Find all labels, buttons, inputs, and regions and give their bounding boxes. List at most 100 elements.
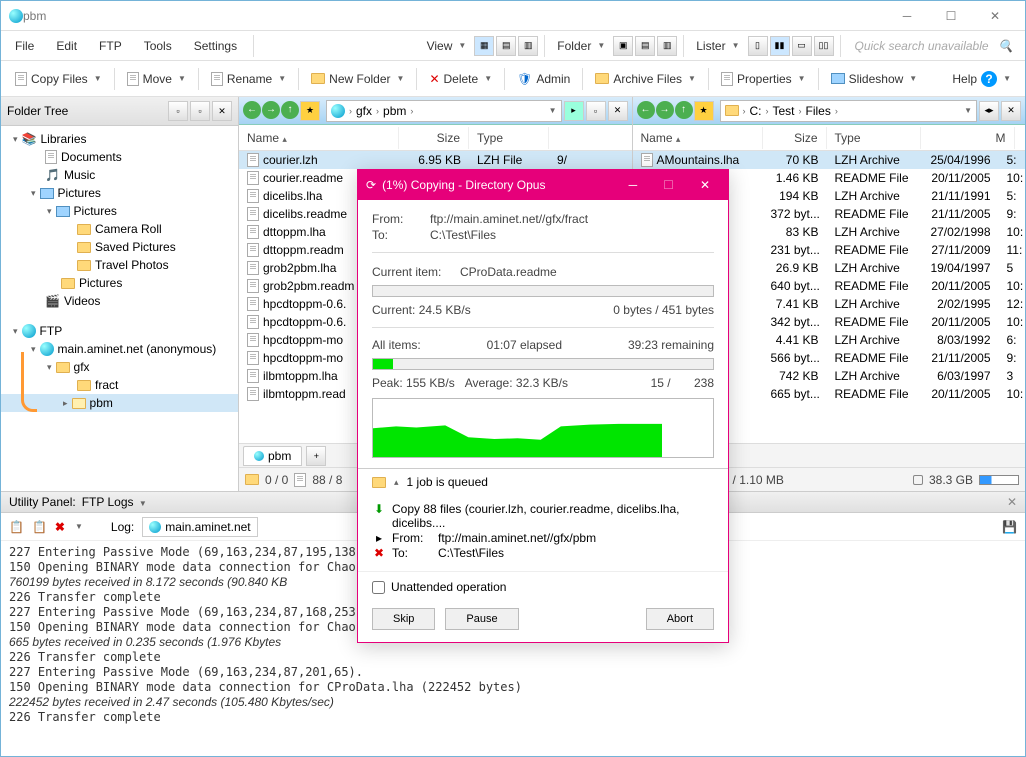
folder-icon xyxy=(61,278,75,289)
move-button[interactable]: Move▼ xyxy=(121,69,192,89)
lock-icon xyxy=(913,475,923,485)
rename-button[interactable]: Rename▼ xyxy=(205,69,292,89)
view-mode-2[interactable]: ▤ xyxy=(496,36,516,56)
nav-extra-2[interactable]: ▫ xyxy=(586,101,606,121)
folder-tree[interactable]: ▾📚Libraries Documents 🎵Music ▾Pictures ▾… xyxy=(1,126,238,491)
nav-extra-1[interactable]: ◂▸ xyxy=(979,101,999,121)
archive-button[interactable]: Archive Files▼ xyxy=(589,69,702,89)
queue-header[interactable]: ▴ 1 job is queued xyxy=(358,468,728,495)
properties-button[interactable]: Properties▼ xyxy=(715,69,812,89)
log-tool-1[interactable]: 📋 xyxy=(9,520,24,534)
disk-usage-bar xyxy=(979,475,1019,485)
unattended-checkbox[interactable] xyxy=(372,581,385,594)
view-mode-3[interactable]: ▥ xyxy=(518,36,538,56)
menu-settings[interactable]: Settings xyxy=(184,35,247,57)
folder-opt-2[interactable]: ▤ xyxy=(635,36,655,56)
admin-button[interactable]: 🛡Admin xyxy=(511,69,576,89)
new-folder-button[interactable]: New Folder▼ xyxy=(305,69,410,89)
copy-files-button[interactable]: Copy Files▼ xyxy=(9,69,108,89)
view-dropdown[interactable]: View▼ xyxy=(421,36,473,56)
log-save[interactable]: 💾 xyxy=(1002,520,1017,534)
menubar: File Edit FTP Tools Settings View▼ ▦ ▤ ▥… xyxy=(1,31,1025,61)
utility-mode-dropdown[interactable]: FTP Logs ▼ xyxy=(82,495,147,509)
menu-edit[interactable]: Edit xyxy=(46,35,87,57)
col-name: Name ▴ xyxy=(239,127,399,149)
lister-opt-4[interactable]: ▯▯ xyxy=(814,36,834,56)
nav-back[interactable]: ← xyxy=(243,101,261,119)
folder-icon xyxy=(72,398,86,409)
folder-icon xyxy=(77,380,91,391)
tree-close[interactable]: ✕ xyxy=(212,101,232,121)
log-clear[interactable]: ✖ xyxy=(55,520,65,534)
nav-extra-3[interactable]: ✕ xyxy=(608,101,628,121)
lister-opt-1[interactable]: ▯ xyxy=(748,36,768,56)
folder-dropdown[interactable]: Folder▼ xyxy=(551,36,611,56)
folder-icon xyxy=(245,474,259,485)
nav-extra-1[interactable]: ▸ xyxy=(564,101,584,121)
left-columns[interactable]: Name ▴ Size Type xyxy=(239,125,632,151)
nav-back[interactable]: ← xyxy=(637,101,655,119)
log-tool-2[interactable]: 📋 xyxy=(32,520,47,534)
table-row[interactable]: AMountains.lha70 KBLZH Archive25/04/1996… xyxy=(633,151,1026,169)
folder-icon xyxy=(77,224,91,235)
menu-ftp[interactable]: FTP xyxy=(89,35,132,57)
right-breadcrumb[interactable]: ›C: ›Test ›Files › ▼ xyxy=(720,100,978,122)
right-columns[interactable]: Name ▴ Size Type M xyxy=(633,125,1026,151)
nav-fwd[interactable]: → xyxy=(656,101,674,119)
col-name: Name ▴ xyxy=(633,127,763,149)
folder-icon xyxy=(77,242,91,253)
delete-button[interactable]: ✕Delete▼ xyxy=(423,69,498,89)
tree-opt-2[interactable]: ▫ xyxy=(190,101,210,121)
window-title: pbm xyxy=(23,9,885,23)
folder-tree-header: Folder Tree ▫ ▫ ✕ xyxy=(1,97,238,126)
nav-up[interactable]: ↑ xyxy=(675,101,693,119)
nav-fwd[interactable]: → xyxy=(262,101,280,119)
help-button[interactable]: Help?▼ xyxy=(946,68,1017,90)
unattended-row[interactable]: Unattended operation xyxy=(358,572,728,602)
dialog-maximize[interactable]: ☐ xyxy=(653,178,684,192)
abort-button[interactable]: Abort xyxy=(646,608,714,630)
copy-dialog: ⟳ (1%) Copying - Directory Opus ─ ☐ ✕ Fr… xyxy=(357,169,729,643)
dialog-titlebar[interactable]: ⟳ (1%) Copying - Directory Opus ─ ☐ ✕ xyxy=(358,170,728,200)
minimize-button[interactable]: ─ xyxy=(885,2,929,30)
left-tab[interactable]: pbm xyxy=(243,446,302,466)
all-progress xyxy=(372,358,714,370)
menu-file[interactable]: File xyxy=(5,35,44,57)
file-icon xyxy=(294,473,306,487)
dialog-close[interactable]: ✕ xyxy=(690,178,720,192)
folder-opt-1[interactable]: ▣ xyxy=(613,36,633,56)
music-icon: 🎵 xyxy=(45,168,60,182)
menu-tools[interactable]: Tools xyxy=(134,35,182,57)
queue-list: ⬇Copy 88 files (courier.lzh, courier.rea… xyxy=(358,495,728,572)
col-mod: M xyxy=(921,127,1015,149)
log-host-dropdown[interactable]: main.aminet.net xyxy=(142,517,257,537)
nav-fav[interactable]: ★ xyxy=(694,101,714,121)
nav-fav[interactable]: ★ xyxy=(300,101,320,121)
table-row[interactable]: courier.lzh6.95 KBLZH File9/ xyxy=(239,151,632,169)
close-button[interactable]: ✕ xyxy=(973,2,1017,30)
lister-opt-2[interactable]: ▮▮ xyxy=(770,36,790,56)
pictures-icon xyxy=(56,206,70,217)
pause-button[interactable]: Pause xyxy=(445,608,518,630)
dialog-icon: ⟳ xyxy=(366,178,376,192)
left-tab-add[interactable]: + xyxy=(306,446,326,466)
nav-up[interactable]: ↑ xyxy=(281,101,299,119)
slideshow-button[interactable]: Slideshow▼ xyxy=(825,69,924,89)
lister-opt-3[interactable]: ▭ xyxy=(792,36,812,56)
lister-dropdown[interactable]: Lister▼ xyxy=(690,36,745,56)
left-breadcrumb[interactable]: ›gfx ›pbm › ▼ xyxy=(326,100,562,122)
titlebar: pbm ─ ☐ ✕ xyxy=(1,1,1025,31)
utility-close[interactable]: ✕ xyxy=(1007,495,1017,509)
skip-button[interactable]: Skip xyxy=(372,608,435,630)
maximize-button[interactable]: ☐ xyxy=(929,2,973,30)
view-mode-1[interactable]: ▦ xyxy=(474,36,494,56)
queue-icon xyxy=(372,477,386,488)
speed-graph xyxy=(372,398,714,458)
nav-extra-2[interactable]: ✕ xyxy=(1001,101,1021,121)
folder-icon xyxy=(56,362,70,373)
folder-opt-3[interactable]: ▥ xyxy=(657,36,677,56)
quick-search[interactable]: Quick search unavailable 🔍 xyxy=(847,35,1022,57)
dialog-minimize[interactable]: ─ xyxy=(619,178,648,192)
right-navbar: ← → ↑ ★ ›C: ›Test ›Files › ▼ ◂▸ ✕ xyxy=(633,97,1026,125)
tree-opt-1[interactable]: ▫ xyxy=(168,101,188,121)
